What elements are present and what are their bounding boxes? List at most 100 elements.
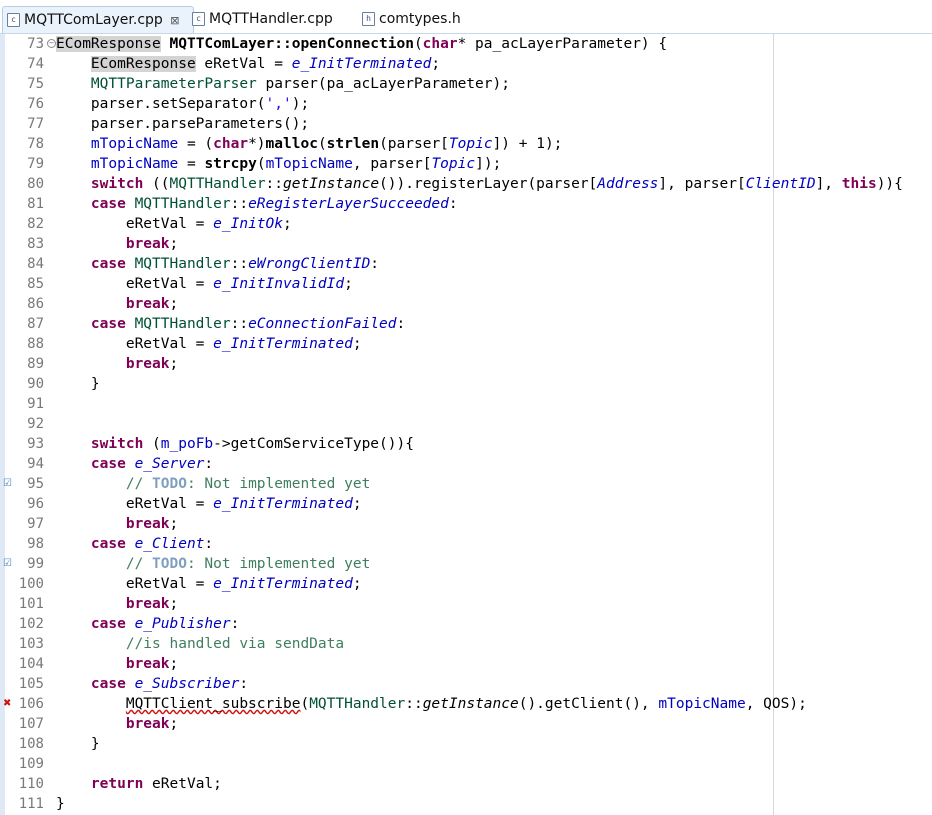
code-text[interactable]: eRetVal = e_InitTerminated; bbox=[56, 494, 362, 514]
code-text[interactable]: switch (m_poFb->getComServiceType()){ bbox=[56, 434, 414, 454]
code-text[interactable]: parser.setSeparator(','); bbox=[56, 94, 309, 114]
code-text[interactable]: break; bbox=[56, 234, 178, 254]
code-text[interactable]: case e_Subscriber: bbox=[56, 674, 248, 694]
fold-collapse-icon[interactable]: − bbox=[47, 39, 56, 48]
code-text[interactable]: } bbox=[56, 734, 100, 754]
tab-label: MQTTComLayer.cpp bbox=[24, 12, 163, 28]
line-number: 109 bbox=[18, 756, 44, 772]
line-number: 106 bbox=[18, 696, 44, 712]
code-line: 97 break; bbox=[0, 514, 932, 534]
code-line: 87 case MQTTHandler::eConnectionFailed: bbox=[0, 314, 932, 334]
code-line: 85 eRetVal = e_InitInvalidId; bbox=[0, 274, 932, 294]
code-text[interactable]: eRetVal = e_InitInvalidId; bbox=[56, 274, 353, 294]
line-number: 103 bbox=[18, 636, 44, 652]
code-line: 92 bbox=[0, 414, 932, 434]
tab-mqtthandler-cpp[interactable]: c MQTTHandler.cpp bbox=[192, 6, 352, 32]
line-number: 75 bbox=[27, 76, 44, 92]
code-line: 89 break; bbox=[0, 354, 932, 374]
code-text[interactable]: break; bbox=[56, 714, 178, 734]
code-line: 109 bbox=[0, 754, 932, 774]
line-number: 94 bbox=[27, 456, 44, 472]
code-text[interactable]: } bbox=[56, 374, 100, 394]
line-number: 97 bbox=[27, 516, 44, 532]
code-line: 91 bbox=[0, 394, 932, 414]
code-text[interactable]: switch ((MQTTHandler::getInstance()).reg… bbox=[56, 174, 903, 194]
code-text[interactable]: return eRetVal; bbox=[56, 774, 222, 794]
code-line: 93 switch (m_poFb->getComServiceType()){ bbox=[0, 434, 932, 454]
code-text[interactable]: case e_Server: bbox=[56, 454, 213, 474]
code-text[interactable]: // TODO: Not implemented yet bbox=[56, 474, 370, 494]
code-text[interactable]: mTopicName = (char*)malloc(strlen(parser… bbox=[56, 134, 562, 154]
code-line: 100 eRetVal = e_InitTerminated; bbox=[0, 574, 932, 594]
code-text[interactable]: break; bbox=[56, 354, 178, 374]
line-number: 80 bbox=[27, 176, 44, 192]
line-number: 92 bbox=[27, 416, 44, 432]
code-line: 78 mTopicName = (char*)malloc(strlen(par… bbox=[0, 134, 932, 154]
line-number: 77 bbox=[27, 116, 44, 132]
code-line: 81 case MQTTHandler::eRegisterLayerSucce… bbox=[0, 194, 932, 214]
code-text[interactable]: break; bbox=[56, 654, 178, 674]
line-number: 91 bbox=[27, 396, 44, 412]
code-line: 77 parser.parseParameters(); bbox=[0, 114, 932, 134]
code-text[interactable]: eRetVal = e_InitTerminated; bbox=[56, 334, 362, 354]
cpp-file-icon: c bbox=[192, 12, 205, 26]
code-text[interactable]: case e_Client: bbox=[56, 534, 213, 554]
code-text[interactable]: EComResponse MQTTComLayer::openConnectio… bbox=[56, 34, 667, 54]
code-line: 88 eRetVal = e_InitTerminated; bbox=[0, 334, 932, 354]
code-line: 75 MQTTParameterParser parser(pa_acLayer… bbox=[0, 74, 932, 94]
line-number: 89 bbox=[27, 356, 44, 372]
code-text[interactable]: case MQTTHandler::eWrongClientID: bbox=[56, 254, 379, 274]
tab-comtypes-h[interactable]: h comtypes.h bbox=[362, 6, 472, 32]
line-number: 93 bbox=[27, 436, 44, 452]
code-text[interactable]: eRetVal = e_InitOk; bbox=[56, 214, 292, 234]
line-number: 76 bbox=[27, 96, 44, 112]
code-text[interactable]: case MQTTHandler::eRegisterLayerSucceede… bbox=[56, 194, 458, 214]
code-text[interactable]: break; bbox=[56, 294, 178, 314]
line-number: 83 bbox=[27, 236, 44, 252]
line-number: 95 bbox=[27, 476, 44, 492]
code-text[interactable]: case MQTTHandler::eConnectionFailed: bbox=[56, 314, 405, 334]
code-line: 102 case e_Publisher: bbox=[0, 614, 932, 634]
line-number: 100 bbox=[18, 576, 44, 592]
code-text[interactable]: eRetVal = e_InitTerminated; bbox=[56, 574, 362, 594]
code-line: 103 //is handled via sendData bbox=[0, 634, 932, 654]
code-text[interactable]: case e_Publisher: bbox=[56, 614, 239, 634]
line-number: 99 bbox=[27, 556, 44, 572]
code-text[interactable]: } bbox=[56, 794, 65, 814]
code-line: 104 break; bbox=[0, 654, 932, 674]
code-line: ✖ 106 MQTTClient_subscribe(MQTTHandler::… bbox=[0, 694, 932, 714]
line-number: 90 bbox=[27, 376, 44, 392]
line-number: 110 bbox=[18, 776, 44, 792]
code-editor[interactable]: 73 − EComResponse MQTTComLayer::openConn… bbox=[0, 34, 932, 815]
editor-tab-bar: c MQTTComLayer.cpp ⊠ c MQTTHandler.cpp h… bbox=[0, 0, 932, 34]
code-text[interactable]: break; bbox=[56, 514, 178, 534]
code-text[interactable]: break; bbox=[56, 594, 178, 614]
code-line: 74 EComResponse eRetVal = e_InitTerminat… bbox=[0, 54, 932, 74]
code-text[interactable]: // TODO: Not implemented yet bbox=[56, 554, 370, 574]
line-number: 88 bbox=[27, 336, 44, 352]
line-number: 108 bbox=[18, 736, 44, 752]
code-line: 111 } bbox=[0, 794, 932, 814]
error-squiggle: MQTTClient_subscribe bbox=[125, 696, 301, 712]
code-text[interactable]: //is handled via sendData bbox=[56, 634, 344, 654]
cpp-file-icon: c bbox=[7, 13, 20, 27]
line-number: 111 bbox=[18, 796, 44, 812]
code-line: 84 case MQTTHandler::eWrongClientID: bbox=[0, 254, 932, 274]
line-number: 85 bbox=[27, 276, 44, 292]
code-text[interactable]: MQTTClient_subscribe(MQTTHandler::getIns… bbox=[56, 694, 807, 714]
line-number: 82 bbox=[27, 216, 44, 232]
code-text[interactable]: parser.parseParameters(); bbox=[56, 114, 309, 134]
line-number: 86 bbox=[27, 296, 44, 312]
close-icon[interactable]: ⊠ bbox=[169, 14, 181, 27]
line-number: 84 bbox=[27, 256, 44, 272]
line-number: 104 bbox=[18, 656, 44, 672]
code-text[interactable]: mTopicName = strcpy(mTopicName, parser[T… bbox=[56, 154, 501, 174]
tab-mqttcomlayer-cpp[interactable]: c MQTTComLayer.cpp ⊠ bbox=[2, 6, 194, 33]
line-number: 102 bbox=[18, 616, 44, 632]
code-text[interactable]: MQTTParameterParser parser(pa_acLayerPar… bbox=[56, 74, 510, 94]
code-text[interactable]: EComResponse eRetVal = e_InitTerminated; bbox=[56, 54, 440, 74]
line-number: 105 bbox=[18, 676, 44, 692]
line-number: 73 bbox=[27, 36, 44, 52]
code-line: ☑ 99 // TODO: Not implemented yet bbox=[0, 554, 932, 574]
code-line: 73 − EComResponse MQTTComLayer::openConn… bbox=[0, 34, 932, 54]
